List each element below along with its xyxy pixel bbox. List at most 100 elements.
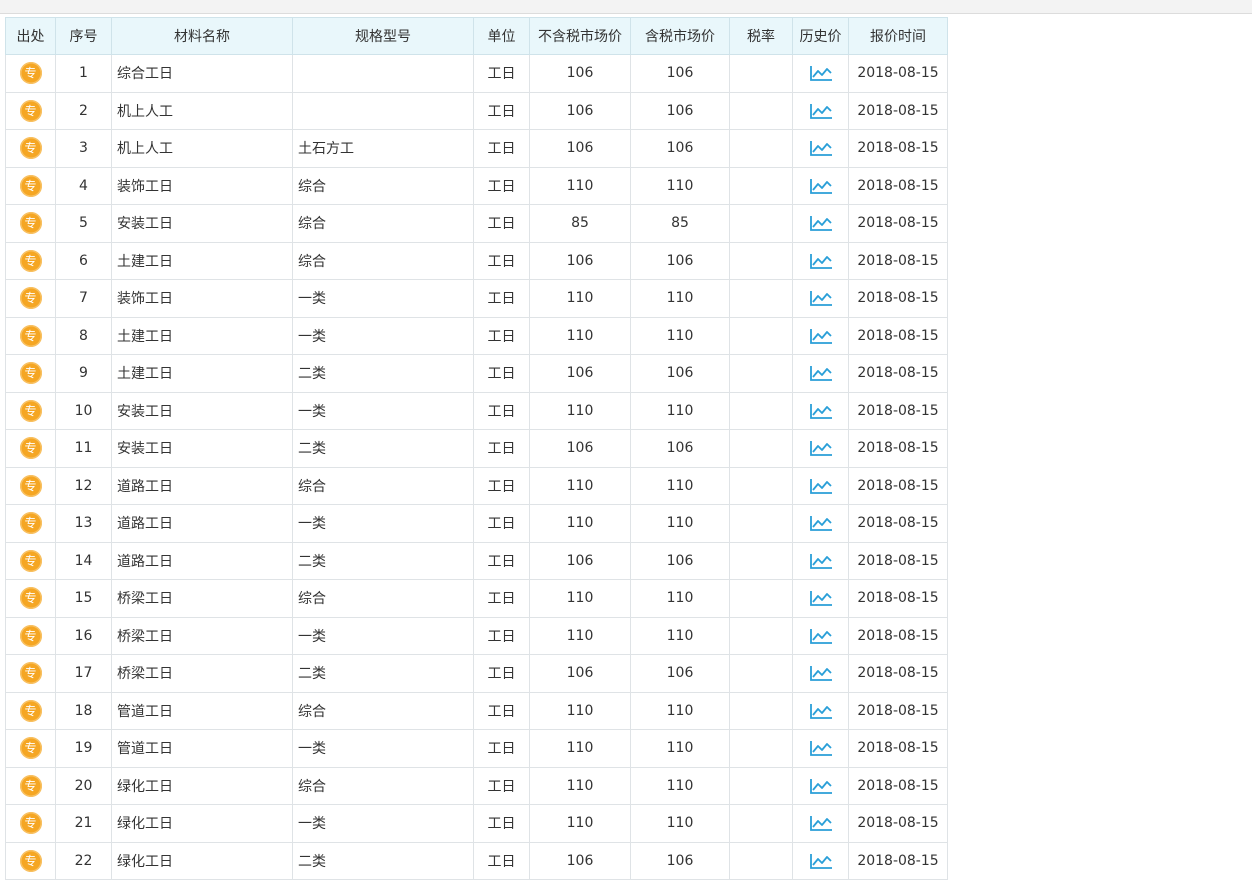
line-chart-icon[interactable] (809, 814, 833, 832)
cell-unit: 工日 (473, 54, 530, 93)
line-chart-icon[interactable] (809, 402, 833, 420)
table-row[interactable]: 专 14 道路工日 二类 工日 106 106 2018-08-15 (5, 541, 948, 580)
cell-date: 2018-08-15 (848, 91, 948, 130)
table-row[interactable]: 专 5 安装工日 综合 工日 85 85 2018-08-15 (5, 204, 948, 243)
cell-source: 专 (5, 466, 56, 505)
line-chart-icon[interactable] (809, 664, 833, 682)
cell-tax-rate (729, 541, 793, 580)
cell-price-ex-tax: 110 (529, 166, 631, 205)
column-header-price-ex-tax[interactable]: 不含税市场价 (529, 17, 631, 55)
cell-index: 8 (55, 316, 112, 355)
cell-source: 专 (5, 166, 56, 205)
table-row[interactable]: 专 9 土建工日 二类 工日 106 106 2018-08-15 (5, 354, 948, 393)
line-chart-icon[interactable] (809, 327, 833, 345)
table-row[interactable]: 专 6 土建工日 综合 工日 106 106 2018-08-15 (5, 241, 948, 280)
cell-name: 土建工日 (111, 241, 293, 280)
table-row[interactable]: 专 1 综合工日 工日 106 106 2018-08-15 (5, 54, 948, 93)
line-chart-icon[interactable] (809, 777, 833, 795)
table-row[interactable]: 专 21 绿化工日 一类 工日 110 110 2018-08-15 (5, 804, 948, 843)
cell-price-inc-tax: 110 (630, 616, 730, 655)
table-row[interactable]: 专 8 土建工日 一类 工日 110 110 2018-08-15 (5, 316, 948, 355)
column-header-unit[interactable]: 单位 (473, 17, 530, 55)
cell-source: 专 (5, 91, 56, 130)
cell-price-ex-tax: 106 (529, 841, 631, 880)
line-chart-icon[interactable] (809, 514, 833, 532)
table-row[interactable]: 专 10 安装工日 一类 工日 110 110 2018-08-15 (5, 391, 948, 430)
source-badge: 专 (19, 662, 42, 685)
cell-price-inc-tax: 106 (630, 429, 730, 468)
line-chart-icon[interactable] (809, 289, 833, 307)
table-row[interactable]: 专 17 桥梁工日 二类 工日 106 106 2018-08-15 (5, 654, 948, 693)
line-chart-icon[interactable] (809, 552, 833, 570)
cell-unit: 工日 (473, 391, 530, 430)
column-header-name[interactable]: 材料名称 (111, 17, 293, 55)
cell-spec: 一类 (292, 504, 474, 543)
cell-price-inc-tax: 110 (630, 766, 730, 805)
cell-tax-rate (729, 91, 793, 130)
line-chart-icon[interactable] (809, 702, 833, 720)
line-chart-icon[interactable] (809, 439, 833, 457)
source-badge: 专 (19, 212, 42, 235)
cell-history (792, 54, 849, 93)
table-row[interactable]: 专 7 装饰工日 一类 工日 110 110 2018-08-15 (5, 279, 948, 318)
cell-history (792, 279, 849, 318)
cell-tax-rate (729, 466, 793, 505)
table-row[interactable]: 专 4 装饰工日 综合 工日 110 110 2018-08-15 (5, 166, 948, 205)
cell-price-ex-tax: 110 (529, 691, 631, 730)
line-chart-icon[interactable] (809, 214, 833, 232)
column-header-history[interactable]: 历史价 (792, 17, 849, 55)
line-chart-icon[interactable] (809, 139, 833, 157)
line-chart-icon[interactable] (809, 252, 833, 270)
source-badge: 专 (19, 99, 42, 122)
line-chart-icon[interactable] (809, 627, 833, 645)
table-row[interactable]: 专 20 绿化工日 综合 工日 110 110 2018-08-15 (5, 766, 948, 805)
cell-date: 2018-08-15 (848, 691, 948, 730)
cell-unit: 工日 (473, 841, 530, 880)
cell-history (792, 129, 849, 168)
cell-date: 2018-08-15 (848, 54, 948, 93)
cell-spec: 二类 (292, 841, 474, 880)
cell-source: 专 (5, 54, 56, 93)
line-chart-icon[interactable] (809, 177, 833, 195)
cell-history (792, 354, 849, 393)
table-row[interactable]: 专 12 道路工日 综合 工日 110 110 2018-08-15 (5, 466, 948, 505)
table-row[interactable]: 专 18 管道工日 综合 工日 110 110 2018-08-15 (5, 691, 948, 730)
table-row[interactable]: 专 16 桥梁工日 一类 工日 110 110 2018-08-15 (5, 616, 948, 655)
cell-price-ex-tax: 110 (529, 579, 631, 618)
line-chart-icon[interactable] (809, 589, 833, 607)
cell-price-inc-tax: 106 (630, 841, 730, 880)
column-header-spec[interactable]: 规格型号 (292, 17, 474, 55)
source-badge: 专 (19, 399, 42, 422)
table-row[interactable]: 专 22 绿化工日 二类 工日 106 106 2018-08-15 (5, 841, 948, 880)
cell-unit: 工日 (473, 504, 530, 543)
table-row[interactable]: 专 15 桥梁工日 综合 工日 110 110 2018-08-15 (5, 579, 948, 618)
cell-spec: 二类 (292, 654, 474, 693)
column-header-index[interactable]: 序号 (55, 17, 112, 55)
column-header-tax-rate[interactable]: 税率 (729, 17, 793, 55)
table-row[interactable]: 专 3 机上人工 土石方工 工日 106 106 2018-08-15 (5, 129, 948, 168)
cell-spec: 综合 (292, 204, 474, 243)
column-header-source[interactable]: 出处 (5, 17, 56, 55)
cell-name: 桥梁工日 (111, 654, 293, 693)
source-badge: 专 (19, 362, 42, 385)
cell-date: 2018-08-15 (848, 729, 948, 768)
table-row[interactable]: 专 19 管道工日 一类 工日 110 110 2018-08-15 (5, 729, 948, 768)
cell-price-ex-tax: 110 (529, 616, 631, 655)
source-badge: 专 (19, 849, 42, 872)
table-row[interactable]: 专 13 道路工日 一类 工日 110 110 2018-08-15 (5, 504, 948, 543)
column-header-date[interactable]: 报价时间 (848, 17, 948, 55)
table-row[interactable]: 专 11 安装工日 二类 工日 106 106 2018-08-15 (5, 429, 948, 468)
cell-date: 2018-08-15 (848, 579, 948, 618)
cell-source: 专 (5, 766, 56, 805)
line-chart-icon[interactable] (809, 852, 833, 870)
cell-name: 道路工日 (111, 504, 293, 543)
table-row[interactable]: 专 2 机上人工 工日 106 106 2018-08-15 (5, 91, 948, 130)
line-chart-icon[interactable] (809, 64, 833, 82)
column-header-price-inc-tax[interactable]: 含税市场价 (630, 17, 730, 55)
line-chart-icon[interactable] (809, 739, 833, 757)
line-chart-icon[interactable] (809, 364, 833, 382)
line-chart-icon[interactable] (809, 102, 833, 120)
line-chart-icon[interactable] (809, 477, 833, 495)
cell-index: 15 (55, 579, 112, 618)
cell-history (792, 766, 849, 805)
